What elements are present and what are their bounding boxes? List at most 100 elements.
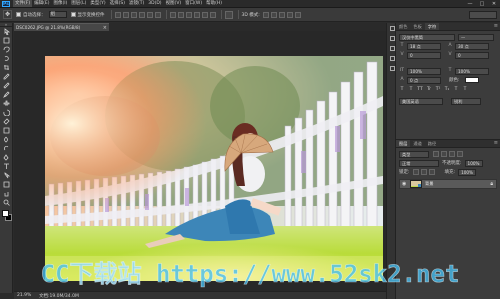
move-tool[interactable] bbox=[0, 27, 13, 36]
filter-adjust-icon[interactable] bbox=[441, 151, 447, 157]
tab-character[interactable]: 字符 bbox=[424, 23, 440, 30]
font-family-select[interactable]: 汉仪中黑简 bbox=[399, 33, 455, 41]
zoom-tool[interactable] bbox=[0, 198, 13, 207]
distribute-hcenter-icon[interactable] bbox=[201, 11, 208, 18]
shape-tool[interactable] bbox=[0, 180, 13, 189]
font-style-select[interactable]: — bbox=[458, 33, 494, 41]
blend-mode-select[interactable]: 正常 bbox=[399, 159, 439, 167]
marquee-tool[interactable] bbox=[0, 36, 13, 45]
lock-all-icon[interactable] bbox=[428, 169, 435, 175]
auto-select-checkbox[interactable] bbox=[16, 12, 21, 17]
clone-stamp-tool[interactable] bbox=[0, 99, 13, 108]
layers-menu-icon[interactable]: ≡ bbox=[494, 140, 498, 147]
language-select[interactable]: 美国英语 bbox=[399, 97, 443, 105]
document-tab[interactable]: DSC0262.JPG @ 21.8%(RGB/8) × bbox=[14, 23, 109, 31]
superscript-button[interactable]: T¹ bbox=[435, 87, 441, 93]
dodge-tool[interactable] bbox=[0, 144, 13, 153]
kerning-field[interactable]: 0 bbox=[407, 51, 441, 59]
healing-tool[interactable] bbox=[0, 81, 13, 90]
leading-field[interactable]: 30 点 bbox=[455, 42, 489, 50]
subscript-button[interactable]: T₁ bbox=[444, 87, 450, 93]
menu-select[interactable]: 选择(S) bbox=[108, 0, 127, 7]
distribute-right-icon[interactable] bbox=[209, 11, 216, 18]
align-bottom-icon[interactable] bbox=[130, 11, 137, 18]
baseline-shift-field[interactable]: 0 点 bbox=[407, 76, 441, 84]
foreground-color-swatch[interactable] bbox=[2, 210, 9, 217]
filter-type-icon[interactable] bbox=[449, 151, 455, 157]
panel-menu-icon[interactable]: ≡ bbox=[494, 23, 498, 30]
3d-roll-icon[interactable] bbox=[270, 11, 277, 18]
vertical-scale-field[interactable]: 100% bbox=[407, 67, 441, 75]
path-select-tool[interactable] bbox=[0, 171, 13, 180]
quick-select-tool[interactable] bbox=[0, 54, 13, 63]
tab-channels[interactable]: 通道 bbox=[410, 140, 424, 147]
lock-position-icon[interactable] bbox=[420, 169, 427, 175]
3d-slide-icon[interactable] bbox=[286, 11, 293, 18]
menu-type[interactable]: 类型(Y) bbox=[88, 0, 107, 7]
menu-edit[interactable]: 编辑(E) bbox=[32, 0, 51, 7]
document-size[interactable]: 文档:19.0M/34.0M bbox=[39, 293, 79, 299]
strikethrough-button[interactable]: T bbox=[462, 87, 468, 93]
faux-italic-button[interactable]: T bbox=[408, 87, 414, 93]
eraser-tool[interactable] bbox=[0, 117, 13, 126]
horizontal-scale-field[interactable]: 100% bbox=[455, 67, 489, 75]
eyedropper-tool[interactable] bbox=[0, 72, 13, 81]
align-top-icon[interactable] bbox=[114, 11, 121, 18]
maximize-button[interactable]: □ bbox=[476, 0, 488, 8]
blur-tool[interactable] bbox=[0, 135, 13, 144]
show-transform-checkbox[interactable] bbox=[70, 12, 76, 17]
small-caps-button[interactable]: Tr bbox=[426, 87, 432, 93]
menu-window[interactable]: 窗口(W) bbox=[183, 0, 204, 7]
tab-paths[interactable]: 路径 bbox=[425, 140, 439, 147]
menu-file[interactable]: 文件(F) bbox=[13, 0, 33, 7]
distribute-bottom-icon[interactable] bbox=[185, 11, 192, 18]
tab-layers[interactable]: 图层 bbox=[396, 140, 411, 147]
document-image[interactable] bbox=[45, 56, 383, 281]
menu-filter[interactable]: 滤镜(T) bbox=[127, 0, 146, 7]
lasso-tool[interactable] bbox=[0, 45, 13, 54]
antialias-select[interactable]: 锐利 bbox=[451, 97, 481, 105]
gradient-tool[interactable] bbox=[0, 126, 13, 135]
align-left-icon[interactable] bbox=[138, 11, 145, 18]
brush-tool[interactable] bbox=[0, 90, 13, 99]
tab-swatches[interactable]: 色板 bbox=[410, 23, 424, 30]
close-window-button[interactable]: ✕ bbox=[488, 0, 500, 8]
all-caps-button[interactable]: TT bbox=[417, 87, 423, 93]
distribute-top-icon[interactable] bbox=[169, 11, 176, 18]
minimize-button[interactable]: — bbox=[464, 0, 476, 8]
distribute-left-icon[interactable] bbox=[193, 11, 200, 18]
close-tab-icon[interactable]: × bbox=[103, 25, 107, 31]
history-brush-tool[interactable] bbox=[0, 108, 13, 117]
lock-pixels-icon[interactable] bbox=[412, 169, 419, 175]
filter-pixel-icon[interactable] bbox=[433, 151, 439, 157]
menu-help[interactable]: 帮助(H) bbox=[204, 0, 224, 7]
fill-field[interactable]: 100% bbox=[458, 168, 477, 176]
tracking-field[interactable]: 0 bbox=[455, 51, 489, 59]
zoom-level[interactable]: 21.9% bbox=[17, 293, 39, 298]
underline-button[interactable]: T bbox=[453, 87, 459, 93]
faux-bold-button[interactable]: T bbox=[399, 87, 405, 93]
auto-align-icon[interactable] bbox=[224, 10, 233, 19]
opacity-field[interactable]: 100% bbox=[464, 159, 483, 167]
tab-color[interactable]: 颜色 bbox=[396, 23, 410, 30]
align-right-icon[interactable] bbox=[154, 11, 161, 18]
workspace-dropdown[interactable] bbox=[469, 10, 497, 19]
3d-scale-icon[interactable] bbox=[294, 11, 301, 18]
crop-tool[interactable] bbox=[0, 63, 13, 72]
visibility-eye-icon[interactable]: ◉ bbox=[402, 181, 408, 187]
menu-layer[interactable]: 图层(L) bbox=[69, 0, 88, 7]
distribute-vcenter-icon[interactable] bbox=[177, 11, 184, 18]
move-tool-preset-icon[interactable]: ✥ bbox=[3, 10, 12, 19]
layer-filter-select[interactable]: 类型 bbox=[399, 150, 429, 158]
text-color-swatch[interactable] bbox=[464, 77, 479, 83]
pen-tool[interactable] bbox=[0, 153, 13, 162]
menu-view[interactable]: 视图(V) bbox=[164, 0, 184, 7]
auto-select-dropdown[interactable]: 组 bbox=[48, 11, 67, 18]
hand-tool[interactable] bbox=[0, 189, 13, 198]
3d-rotate-icon[interactable] bbox=[262, 11, 269, 18]
align-vcenter-icon[interactable] bbox=[122, 11, 129, 18]
type-tool[interactable] bbox=[0, 162, 13, 171]
align-hcenter-icon[interactable] bbox=[146, 11, 153, 18]
font-size-field[interactable]: 18 点 bbox=[407, 42, 441, 50]
layer-row[interactable]: ◉ 背景 🔒︎ bbox=[399, 179, 497, 189]
